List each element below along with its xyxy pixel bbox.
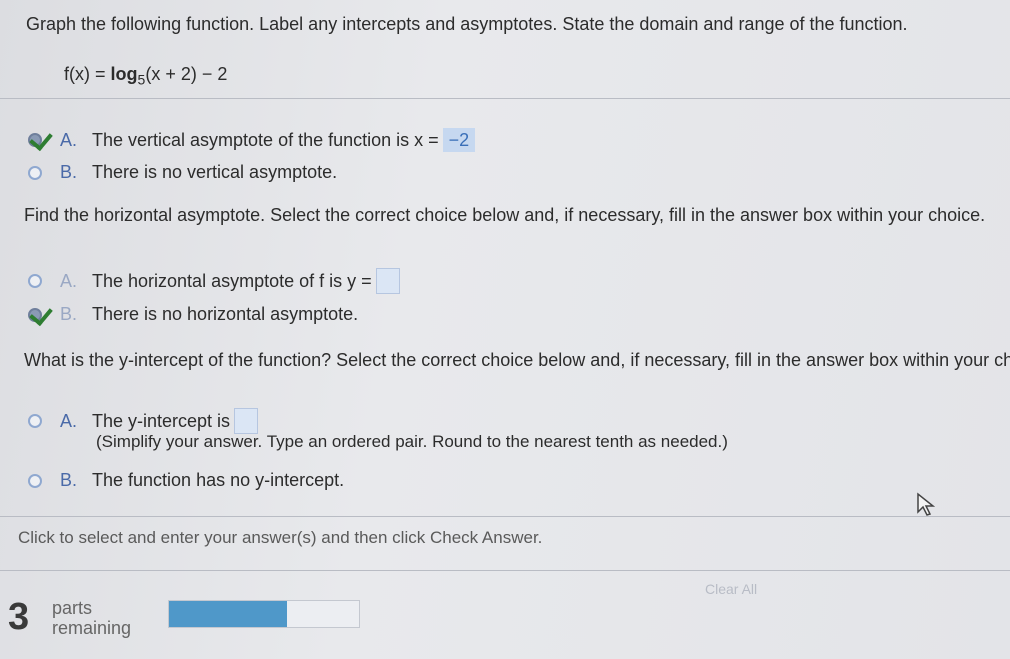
- yi-option-b[interactable]: B. The function has no y-intercept.: [28, 470, 344, 491]
- checkmark-icon: [29, 126, 53, 152]
- option-text: The horizontal asymptote of f is y =: [92, 270, 372, 291]
- ha-question: Find the horizontal asymptote. Select th…: [24, 205, 986, 225]
- divider: [0, 516, 1010, 517]
- option-text: The function has no y-intercept.: [92, 470, 345, 490]
- radio-selected-icon[interactable]: [28, 126, 53, 152]
- divider: [0, 98, 1010, 99]
- yi-option-a[interactable]: A. The y-intercept is: [28, 408, 259, 434]
- ha-option-b[interactable]: B. There is no horizontal asymptote.: [28, 301, 359, 326]
- progress-bar: [168, 600, 360, 628]
- progress-fill: [169, 601, 287, 627]
- parts-remaining-label: parts remaining: [52, 598, 132, 638]
- option-letter: B.: [60, 470, 78, 490]
- yi-question: What is the y-intercept of the function?…: [24, 350, 1010, 370]
- divider: [0, 570, 1010, 571]
- cursor-icon: [917, 492, 936, 516]
- option-letter: A.: [60, 129, 78, 150]
- radio-selected-icon[interactable]: [28, 301, 53, 326]
- va-answer-box[interactable]: −2: [442, 128, 476, 152]
- parts-remaining-count: 3: [8, 596, 30, 638]
- va-option-b[interactable]: B. There is no vertical asymptote.: [28, 162, 337, 183]
- ha-option-a[interactable]: A. The horizontal asymptote of f is y =: [28, 268, 400, 294]
- option-text: There is no vertical asymptote.: [92, 162, 338, 182]
- option-text: There is no horizontal asymptote.: [92, 304, 359, 324]
- radio-icon[interactable]: [28, 274, 42, 288]
- option-letter: A.: [60, 270, 78, 291]
- checkmark-icon: [29, 301, 53, 326]
- clear-all-button[interactable]: Clear All: [705, 581, 757, 597]
- instruction-text: Graph the following function. Label any …: [26, 14, 908, 34]
- option-letter: B.: [60, 304, 78, 324]
- option-text: The vertical asymptote of the function i…: [92, 129, 439, 150]
- option-text: The y-intercept is: [92, 410, 231, 431]
- option-letter: B.: [60, 162, 78, 182]
- function-expression: f(x) = log5(x + 2) − 2: [64, 64, 227, 88]
- ha-answer-box[interactable]: [375, 268, 400, 294]
- yi-hint: (Simplify your answer. Type an ordered p…: [96, 432, 728, 451]
- function-lhs: f(x) =: [64, 64, 106, 84]
- radio-icon[interactable]: [28, 473, 42, 488]
- radio-icon[interactable]: [28, 165, 42, 180]
- va-option-a[interactable]: A. The vertical asymptote of the functio…: [28, 126, 476, 152]
- yi-answer-box[interactable]: [234, 408, 259, 434]
- footer-instruction: Click to select and enter your answer(s)…: [18, 528, 543, 547]
- function-log: log: [110, 64, 138, 84]
- radio-icon[interactable]: [28, 414, 42, 428]
- function-rhs: (x + 2) − 2: [145, 64, 228, 84]
- option-letter: A.: [60, 410, 78, 431]
